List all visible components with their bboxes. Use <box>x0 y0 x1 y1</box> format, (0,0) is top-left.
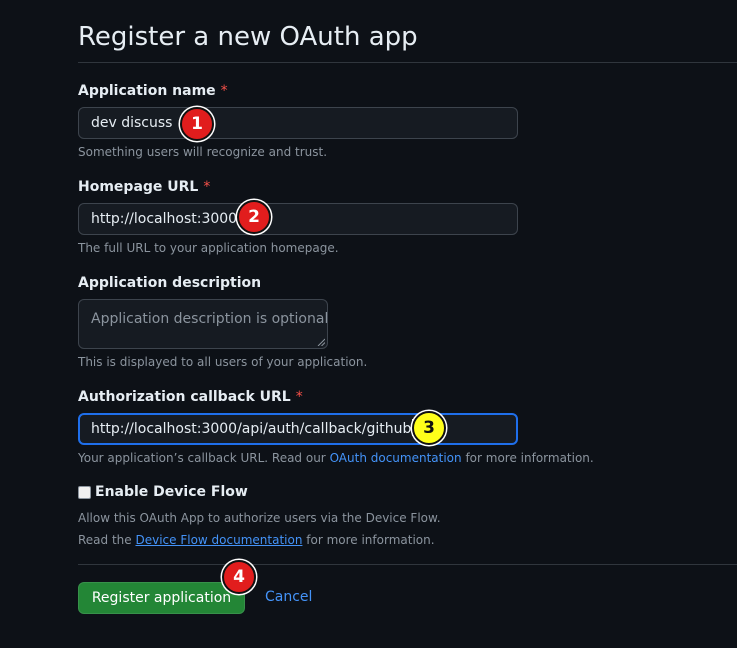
callback-url-label-text: Authorization callback URL <box>78 389 291 405</box>
homepage-url-label-text: Homepage URL <box>78 179 199 195</box>
step-marker-2: 2 <box>237 200 271 234</box>
cancel-link[interactable]: Cancel <box>265 589 312 605</box>
device-flow-doc-suffix: for more information. <box>302 533 435 547</box>
device-flow-row: Enable Device Flow <box>78 484 248 500</box>
device-flow-documentation-link[interactable]: Device Flow documentation <box>135 533 302 547</box>
callback-url-hint: Your application’s callback URL. Read ou… <box>78 451 594 465</box>
device-flow-doc-note: Read the Device Flow documentation for m… <box>78 533 435 547</box>
callback-url-input[interactable]: http://localhost:3000/api/auth/callback/… <box>78 413 518 445</box>
actions-divider <box>78 564 737 565</box>
description-placeholder: Application description is optional <box>91 311 329 327</box>
required-asterisk: * <box>220 83 228 99</box>
step-marker-3: 3 <box>412 411 446 445</box>
app-name-hint: Something users will recognize and trust… <box>78 145 328 159</box>
homepage-url-label: Homepage URL * <box>78 179 210 195</box>
page-title: Register a new OAuth app <box>78 22 418 52</box>
callback-url-value: http://localhost:3000/api/auth/callback/… <box>91 421 412 437</box>
device-flow-doc-prefix: Read the <box>78 533 136 547</box>
device-flow-hint: Allow this OAuth App to authorize users … <box>78 511 441 525</box>
resize-grip-icon[interactable] <box>317 338 325 346</box>
register-application-button[interactable]: Register application <box>78 582 245 614</box>
required-asterisk: * <box>295 389 303 405</box>
title-divider <box>78 62 737 63</box>
homepage-url-value: http://localhost:3000 <box>91 211 238 227</box>
app-name-label-text: Application name <box>78 83 216 99</box>
homepage-url-hint: The full URL to your application homepag… <box>78 241 339 255</box>
description-hint: This is displayed to all users of your a… <box>78 355 368 369</box>
callback-url-label: Authorization callback URL * <box>78 389 303 405</box>
callback-url-hint-suffix: for more information. <box>461 451 594 465</box>
step-marker-1: 1 <box>180 107 214 141</box>
oauth-documentation-link[interactable]: OAuth documentation <box>330 451 462 465</box>
callback-url-hint-text: Your application’s callback URL. Read ou… <box>78 451 330 465</box>
device-flow-label[interactable]: Enable Device Flow <box>95 484 248 500</box>
app-name-label: Application name * <box>78 83 228 99</box>
oauth-app-form: Register a new OAuth app Application nam… <box>78 0 737 648</box>
app-name-value: dev discuss <box>91 115 173 131</box>
homepage-url-input[interactable]: http://localhost:3000 <box>78 203 518 235</box>
step-marker-4: 4 <box>222 560 256 594</box>
description-label: Application description <box>78 275 262 291</box>
required-asterisk: * <box>203 179 211 195</box>
description-textarea[interactable]: Application description is optional <box>78 299 328 349</box>
device-flow-checkbox[interactable] <box>78 485 91 499</box>
app-name-input[interactable]: dev discuss <box>78 107 518 139</box>
